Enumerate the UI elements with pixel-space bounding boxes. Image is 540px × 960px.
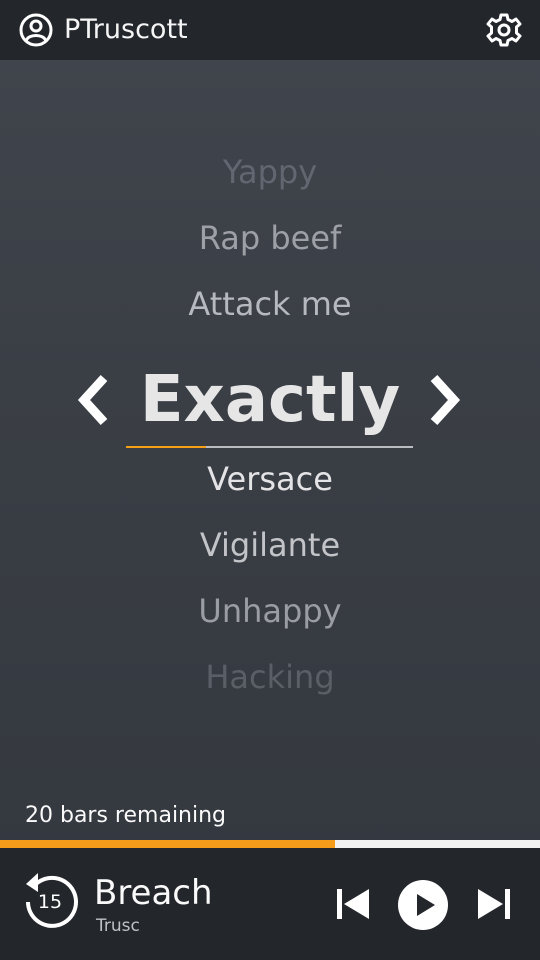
word-item: Unhappy xyxy=(198,592,342,630)
track-title: Breach xyxy=(94,873,213,913)
top-bar: PTruscott xyxy=(0,0,540,60)
word-item: Vigilante xyxy=(199,526,341,564)
current-word-progress xyxy=(126,446,207,448)
skip-previous-icon[interactable] xyxy=(335,886,371,922)
bars-remaining: 20 bars remaining xyxy=(25,803,227,828)
word-item: Versace xyxy=(207,460,333,498)
replay-seconds: 15 xyxy=(37,891,63,913)
play-icon xyxy=(417,894,435,916)
song-progress-fill xyxy=(0,840,335,848)
account-circle-icon[interactable] xyxy=(19,13,53,47)
word-item: Attack me xyxy=(188,285,352,323)
current-word-underline xyxy=(126,446,413,448)
song-progress-bar[interactable] xyxy=(0,840,540,848)
word-item: Hacking xyxy=(205,658,335,696)
track-artist: Trusc xyxy=(96,916,140,936)
word-item: Rap beef xyxy=(198,219,342,257)
skip-next-icon[interactable] xyxy=(476,886,512,922)
next-word-arrow-icon[interactable] xyxy=(424,372,464,428)
word-item: Yappy xyxy=(222,153,318,191)
player-bar: 15 Breach Trusc xyxy=(0,848,540,960)
play-button[interactable] xyxy=(398,880,448,930)
username: PTruscott xyxy=(64,14,188,45)
gear-icon[interactable] xyxy=(485,11,523,49)
